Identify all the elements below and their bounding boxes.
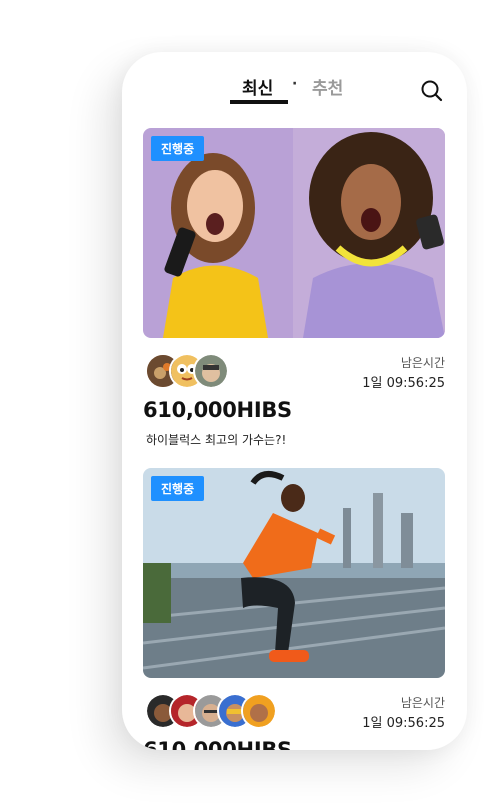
active-tab-indicator (230, 100, 288, 104)
vote-card[interactable]: 진행중 남은시간 1일 09:56:25 610,000HIBS (143, 468, 445, 750)
tab-recommended[interactable]: 추천 (312, 74, 343, 99)
card-thumbnail[interactable]: 진행중 (143, 128, 445, 338)
search-button[interactable] (420, 79, 444, 103)
tab-latest[interactable]: 최신 (230, 74, 288, 104)
card-thumbnail[interactable]: 진행중 (143, 468, 445, 678)
avatar (193, 353, 229, 389)
remaining-time: 1일 09:56:25 (362, 716, 445, 731)
remaining-time-label: 남은시간 (400, 696, 445, 710)
status-badge: 진행중 (151, 136, 205, 161)
tab-latest-label: 최신 (242, 79, 274, 99)
prize-amount: 610,000HIBS (143, 738, 292, 750)
phone-frame: 최신 · 추천 진행중 남은시간 1일 09:56:25 610,000HIBS… (122, 52, 467, 750)
tab-recommended-label: 추천 (312, 79, 344, 99)
remaining-time-label: 남은시간 (400, 356, 445, 370)
prize-amount: 610,000HIBS (143, 398, 292, 422)
card-description: 하이블럭스 최고의 가수는?! (146, 433, 287, 447)
vote-card[interactable]: 진행중 남은시간 1일 09:56:25 610,000HIBS 하이블럭스 최… (143, 128, 445, 447)
search-icon (421, 80, 443, 102)
status-badge: 진행중 (151, 476, 205, 501)
avatar (241, 693, 277, 729)
header: 최신 · 추천 (122, 52, 467, 122)
remaining-time: 1일 09:56:25 (362, 376, 445, 391)
tab-separator: · (292, 76, 298, 92)
